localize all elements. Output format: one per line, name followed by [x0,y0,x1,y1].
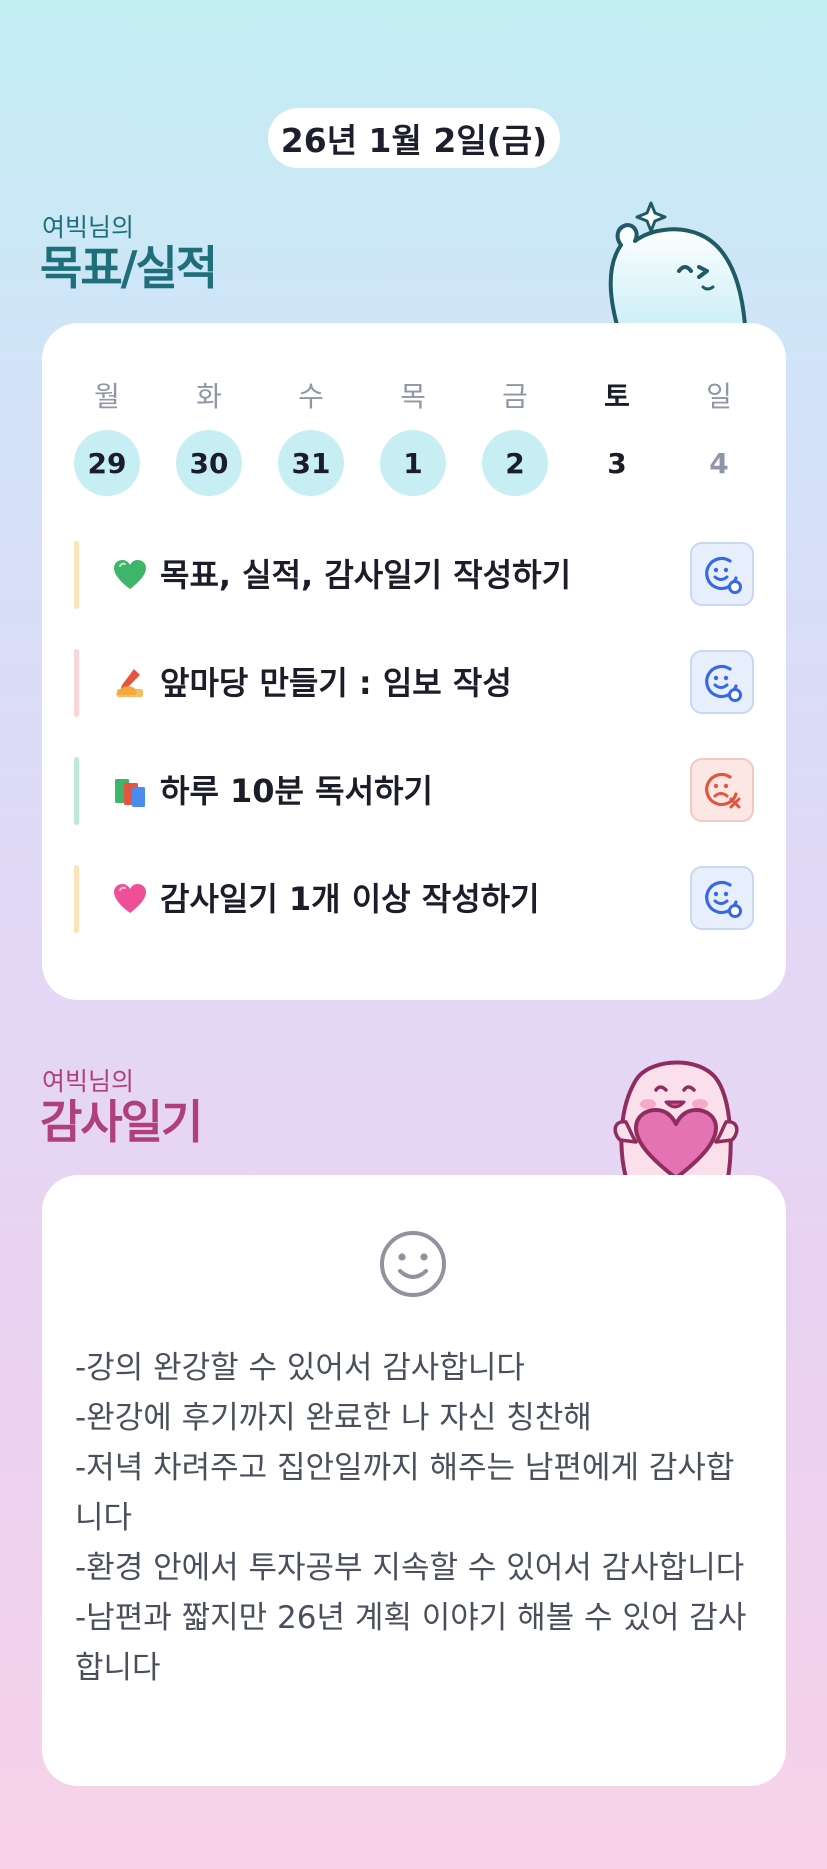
diary-entry: -저녁 차려주고 집안일까지 해주는 남편에게 감사합니다 [75,1450,735,1536]
goal-status-button[interactable] [690,650,754,714]
diary-entry: -강의 완강할 수 있어서 감사합니다 [75,1350,525,1386]
goal-accent-bar [74,541,79,609]
writing-hand-icon [116,669,143,697]
books-icon [115,779,145,807]
diary-section-title: 감사일기 [40,1095,203,1149]
goal-accent-bar [74,649,79,717]
waving-mascot-icon [608,201,747,325]
goal-status-button[interactable] [690,542,754,606]
weekday-tue: 화 [196,380,222,413]
goal-status-button[interactable] [690,758,754,822]
achieved-smile-icon [705,556,742,594]
goal-item: 앞마당 만들기 : 임보 작성 [74,649,754,717]
weekday-thu: 목 [400,380,426,413]
calendar-day-30[interactable]: 30 [176,430,242,496]
diary-entries: -강의 완강할 수 있어서 감사합니다 -완강에 후기까지 완료한 나 자신 칭… [75,1343,755,1693]
weekday-fri: 금 [502,380,528,413]
goal-status-button[interactable] [690,866,754,930]
goal-accent-bar [74,757,79,825]
calendar-day-31[interactable]: 31 [278,430,344,496]
pink-heart-icon [114,884,146,913]
weekday-sat: 토 [604,380,630,413]
goal-text: 앞마당 만들기 : 임보 작성 [160,664,512,702]
goal-text: 하루 10분 독서하기 [160,772,433,810]
green-heart-icon [114,560,146,589]
goal-text: 목표, 실적, 감사일기 작성하기 [160,556,572,594]
diary-entry: -환경 안에서 투자공부 지속할 수 있어서 감사합니다 [75,1550,745,1586]
calendar-day-3[interactable]: 3 [584,430,650,496]
neutral-smile-icon [380,1231,446,1297]
diary-entry: -남편과 짧지만 26년 계획 이야기 해볼 수 있어 감사합니다 [75,1600,747,1686]
goal-item: 감사일기 1개 이상 작성하기 [74,865,754,933]
goals-card: 월 화 수 목 금 토 일 29 30 31 1 2 3 4 목표, 실적, 감… [42,323,786,1000]
achieved-smile-icon [705,664,742,702]
goal-text: 감사일기 1개 이상 작성하기 [160,880,540,918]
missed-frown-icon [705,772,741,809]
goal-item: 하루 10분 독서하기 [74,757,754,825]
goal-accent-bar [74,865,79,933]
diary-card: -강의 완강할 수 있어서 감사합니다 -완강에 후기까지 완료한 나 자신 칭… [42,1175,786,1786]
calendar-day-4[interactable]: 4 [686,430,752,496]
calendar-day-1[interactable]: 1 [380,430,446,496]
achieved-smile-icon [705,880,742,918]
goals-section-title: 목표/실적 [40,241,218,295]
diary-entry: -완강에 후기까지 완료한 나 자신 칭찬해 [75,1400,592,1436]
date-pill: 26년 1월 2일(금) [268,108,560,168]
weekday-mon: 월 [94,380,120,413]
calendar-day-29[interactable]: 29 [74,430,140,496]
calendar-day-2[interactable]: 2 [482,430,548,496]
heart-mascot-icon [613,1060,739,1178]
weekday-sun: 일 [706,380,732,413]
goal-item: 목표, 실적, 감사일기 작성하기 [74,541,754,609]
weekday-wed: 수 [298,380,324,413]
